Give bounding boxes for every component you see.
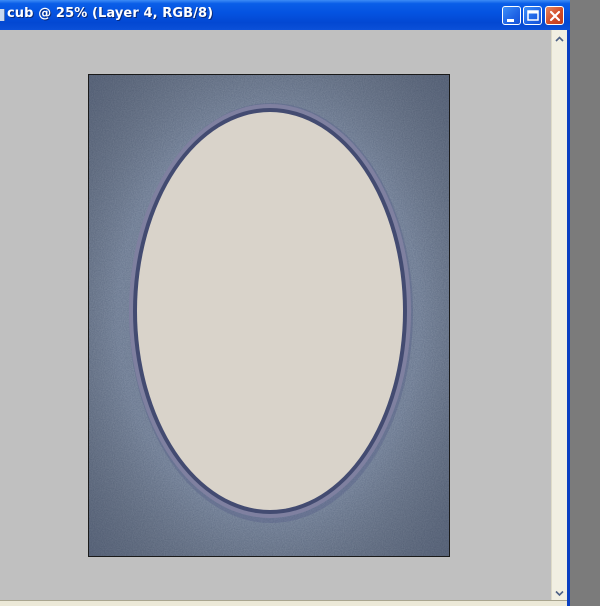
oval-center [137,112,403,510]
document-workspace[interactable] [0,30,567,606]
title-bar[interactable]: cub @ 25% (Layer 4, RGB/8) [0,0,570,30]
canvas-document[interactable] [88,74,450,557]
minimize-button[interactable] [502,6,521,25]
scroll-down-arrow-icon[interactable] [552,586,567,601]
window-border [567,30,570,606]
close-button[interactable] [545,6,564,25]
close-icon [549,10,561,22]
scroll-up-arrow-icon[interactable] [552,32,567,47]
oval-photo-frame [89,75,449,556]
maximize-button[interactable] [523,6,542,25]
document-window: cub @ 25% (Layer 4, RGB/8) [0,0,570,606]
vertical-scrollbar[interactable] [551,30,567,606]
photoshop-document-icon [0,9,5,21]
status-bar [0,600,567,606]
maximize-icon [527,10,539,21]
window-title: cub @ 25% (Layer 4, RGB/8) [7,6,214,21]
minimize-icon [507,19,514,22]
